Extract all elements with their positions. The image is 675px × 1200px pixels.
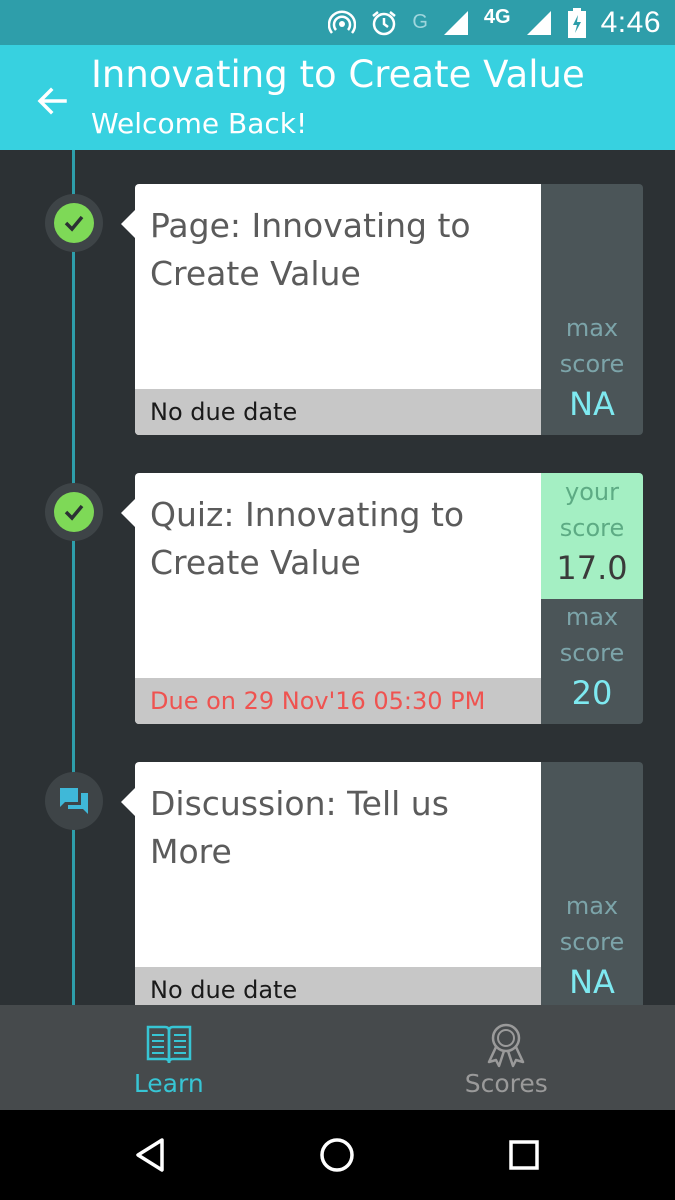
card-pointer [121, 499, 135, 527]
max-score-block: max score NA [541, 888, 643, 1004]
system-recents-button[interactable] [501, 1132, 547, 1178]
max-score-label: max score [559, 603, 625, 667]
card-title: Discussion: Tell us More [150, 784, 449, 871]
clock: 4:46 [600, 5, 661, 39]
card-title: Quiz: Innovating to Create Value [150, 495, 465, 582]
signal-g-indicator: G [412, 11, 428, 33]
discussion-icon [60, 788, 88, 814]
status-bar: G 4G 4:46 [0, 0, 675, 45]
due-date: No due date [135, 389, 541, 435]
tab-scores-label: Scores [464, 1069, 548, 1098]
system-home-button[interactable] [314, 1132, 360, 1178]
completed-status-node [45, 194, 103, 252]
alarm-icon [370, 9, 398, 37]
max-score-value: 20 [571, 674, 613, 712]
book-icon [144, 1019, 194, 1069]
your-score-label: your score [559, 478, 625, 542]
check-circle-icon [54, 492, 94, 532]
system-back-button[interactable] [127, 1132, 173, 1178]
back-button[interactable] [26, 75, 78, 127]
battery-icon [567, 7, 587, 38]
timeline-card-quiz[interactable]: Quiz: Innovating to Create Value Due on … [121, 473, 643, 724]
due-date: Due on 29 Nov'16 05:30 PM [135, 678, 541, 724]
card-body: Quiz: Innovating to Create Value Due on … [135, 473, 541, 724]
timeline-card-page[interactable]: Page: Innovating to Create Value No due … [121, 184, 643, 435]
max-score-block: max score NA [541, 310, 643, 426]
max-score-block: max score 20 [541, 599, 643, 715]
due-date: No due date [135, 967, 541, 1005]
score-panel: max score NA [541, 762, 643, 1005]
card-body: Discussion: Tell us More No due date [135, 762, 541, 1005]
max-score-label: max score [559, 314, 625, 378]
max-score-value: NA [569, 385, 615, 423]
tab-learn-label: Learn [133, 1069, 204, 1098]
card-title: Page: Innovating to Create Value [150, 206, 471, 293]
discussion-status-node [45, 772, 103, 830]
page-subtitle: Welcome Back! [91, 107, 308, 140]
card-pointer [121, 210, 135, 238]
page-title: Innovating to Create Value [91, 53, 585, 96]
your-score-block: your score 17.0 [541, 473, 643, 599]
tab-learn[interactable]: Learn [0, 1005, 338, 1110]
card-body: Page: Innovating to Create Value No due … [135, 184, 541, 435]
your-score-value: 17.0 [556, 549, 628, 587]
recents-square-icon [509, 1140, 539, 1170]
home-circle-icon [320, 1138, 354, 1172]
signal-icon [525, 9, 553, 37]
back-triangle-icon [136, 1138, 164, 1172]
network-type-label: 4G [483, 6, 511, 28]
app-bar: Innovating to Create Value Welcome Back! [0, 45, 675, 150]
score-panel: your score 17.0 max score 20 [541, 473, 643, 724]
completed-status-node [45, 483, 103, 541]
hotspot-icon [328, 9, 357, 37]
timeline-card-discussion[interactable]: Discussion: Tell us More No due date max… [121, 762, 643, 1005]
check-circle-icon [54, 203, 94, 243]
card-pointer [121, 788, 135, 816]
max-score-label: max score [559, 892, 625, 956]
arrow-left-icon [37, 87, 67, 115]
max-score-value: NA [569, 963, 615, 1001]
timeline-line [72, 150, 75, 1005]
signal-icon [442, 9, 470, 37]
tab-scores[interactable]: Scores [338, 1005, 675, 1110]
bottom-navigation: Learn Scores [0, 1005, 675, 1110]
award-ribbon-icon [481, 1019, 531, 1069]
timeline-list[interactable]: Page: Innovating to Create Value No due … [0, 150, 675, 1005]
system-navigation-bar [0, 1110, 675, 1200]
score-panel: max score NA [541, 184, 643, 435]
